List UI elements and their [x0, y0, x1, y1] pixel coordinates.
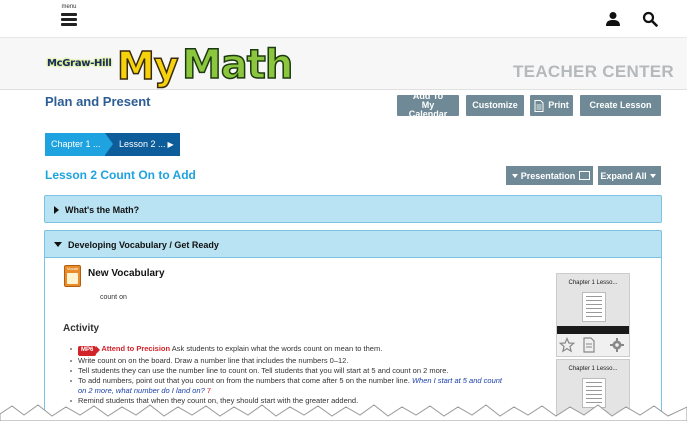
search-icon[interactable] — [642, 11, 658, 27]
caret-right-icon: ▶ — [167, 140, 174, 149]
thumbnail-caption: Chapter 1 Lesso... — [568, 366, 618, 372]
presentation-label: Presentation — [520, 170, 576, 181]
customize-button[interactable]: Customize — [466, 95, 524, 116]
list-item: Tell students they can use the number li… — [70, 366, 502, 376]
vocabulary-icon: Vocab — [64, 265, 81, 287]
activity-list: MP6 Attend to Precision Ask students to e… — [70, 344, 502, 406]
torn-edge — [0, 404, 687, 421]
brand-bar: McGraw-Hill My Math TEACHER CENTER — [0, 38, 687, 90]
accordion-whats-the-math[interactable]: What's the Math? — [44, 195, 662, 223]
add-to-calendar-label: Add To My Calendar — [408, 91, 448, 119]
logo-math: Math — [181, 41, 294, 89]
accordion-title: What's the Math? — [65, 204, 140, 215]
page: menu McGraw-Hill My Math TEACHER CENTER … — [0, 0, 687, 421]
gear-icon[interactable] — [609, 337, 625, 353]
hamburger-icon — [58, 13, 80, 26]
expand-arrow-icon — [54, 205, 59, 214]
list-item: MP6 Attend to Precision Ask students to e… — [70, 344, 502, 356]
resource-thumbnail[interactable]: Chapter 1 Lesso... — [556, 273, 630, 357]
document-preview — [582, 292, 606, 322]
section-title: TEACHER CENTER — [513, 62, 674, 81]
caret-down-icon — [511, 173, 518, 178]
collapse-arrow-icon — [54, 242, 62, 247]
print-label: Print — [548, 100, 569, 110]
new-vocabulary-heading: New Vocabulary — [88, 268, 165, 279]
activity-heading: Activity — [63, 323, 100, 334]
star-icon[interactable] — [559, 337, 575, 353]
vocabulary-icon-label: Vocab — [66, 266, 79, 271]
publisher-logo: McGraw-Hill — [47, 58, 112, 69]
top-bar: menu — [0, 0, 687, 38]
caret-down-icon — [649, 173, 656, 178]
presentation-icon — [579, 171, 591, 180]
document-icon[interactable] — [581, 337, 597, 353]
create-lesson-button[interactable]: Create Lesson — [580, 95, 661, 116]
list-item: Write count on on the board. Draw a numb… — [70, 356, 502, 366]
presentation-button[interactable]: Presentation — [506, 166, 593, 185]
breadcrumb-lesson-label: Lesson 2 ... — [119, 139, 166, 149]
list-item: To add numbers, point out that you count… — [70, 376, 502, 395]
lesson-title: Lesson 2 Count On to Add — [45, 168, 196, 182]
breadcrumb-chapter[interactable]: Chapter 1 ... — [45, 133, 113, 156]
expand-all-button[interactable]: Expand All — [598, 166, 661, 185]
page-title: Plan and Present — [45, 94, 151, 109]
vocabulary-word: count on — [100, 294, 127, 301]
menu-label: menu — [61, 4, 77, 10]
accordion-title: Developing Vocabulary / Get Ready — [68, 239, 219, 250]
menu-button[interactable]: menu — [58, 4, 80, 34]
practice-title: Attend to Precision — [101, 344, 171, 353]
document-icon — [534, 99, 544, 112]
breadcrumb: Chapter 1 ... Lesson 2 ... ▶ — [45, 133, 180, 156]
accordion-vocabulary[interactable]: Developing Vocabulary / Get Ready — [44, 230, 662, 258]
breadcrumb-lesson[interactable]: Lesson 2 ... ▶ — [105, 133, 180, 156]
thumbnail-caption: Chapter 1 Lesso... — [568, 280, 618, 286]
expand-all-label: Expand All — [600, 170, 647, 181]
answer: 7 — [204, 385, 212, 395]
add-to-calendar-button[interactable]: Add To My Calendar — [397, 91, 459, 119]
user-icon[interactable] — [605, 11, 621, 27]
print-button[interactable]: Print — [530, 95, 573, 116]
logo-my: My — [116, 43, 179, 89]
mp-badge: MP6 — [78, 346, 101, 356]
